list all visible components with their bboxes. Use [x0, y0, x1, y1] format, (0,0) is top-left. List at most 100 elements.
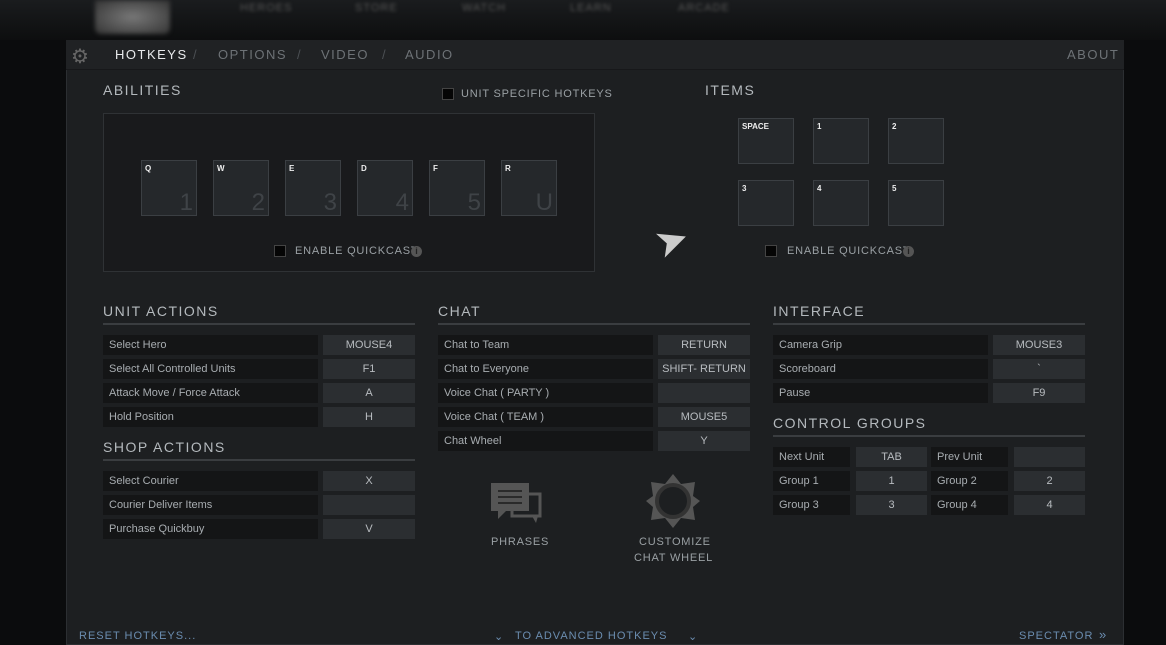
unit-specific-label: UNIT SPECIFIC HOTKEYS: [461, 88, 613, 100]
control-group-label: Next Unit: [773, 447, 850, 467]
hotkey-label: Hold Position: [103, 407, 318, 427]
ability-slot[interactable]: W2: [213, 160, 269, 216]
ability-slot-number: 5: [467, 189, 481, 216]
nav-arcade[interactable]: ARCADE: [678, 2, 730, 14]
customize-label[interactable]: CUSTOMIZE: [639, 536, 711, 548]
hotkey-label: Voice Chat ( PARTY ): [438, 383, 653, 403]
ability-slot[interactable]: F5: [429, 160, 485, 216]
control-group-binding[interactable]: [1014, 447, 1085, 467]
info-icon[interactable]: i: [903, 246, 914, 257]
hotkey-label: Chat to Everyone: [438, 359, 653, 379]
ability-key-label: F: [433, 164, 438, 173]
dota-logo[interactable]: [95, 0, 170, 34]
item-key-label: 2: [892, 122, 897, 131]
item-key-label: 5: [892, 184, 897, 193]
control-group-label: Group 3: [773, 495, 850, 515]
abilities-quickcast-checkbox[interactable]: [274, 245, 286, 257]
ability-slot-number: 2: [251, 189, 265, 216]
tab-audio[interactable]: AUDIO: [405, 47, 454, 62]
shop-actions-heading: SHOP ACTIONS: [103, 439, 226, 455]
hotkey-binding[interactable]: [658, 383, 750, 403]
control-group-label: Group 1: [773, 471, 850, 491]
chat-heading: CHAT: [438, 303, 482, 319]
reset-hotkeys-link[interactable]: RESET HOTKEYS...: [79, 630, 196, 642]
hotkey-label: Select All Controlled Units: [103, 359, 318, 379]
tab-hotkeys[interactable]: HOTKEYS: [115, 47, 188, 62]
control-group-binding[interactable]: 3: [856, 495, 927, 515]
hotkey-binding[interactable]: A: [323, 383, 415, 403]
hotkey-binding[interactable]: V: [323, 519, 415, 539]
ability-slot[interactable]: RU: [501, 160, 557, 216]
chat-wheel-icon[interactable]: [646, 474, 700, 528]
hotkey-label: Chat Wheel: [438, 431, 653, 451]
unit-actions-heading: UNIT ACTIONS: [103, 303, 219, 319]
chat-wheel-label[interactable]: CHAT WHEEL: [634, 552, 713, 564]
hotkey-binding[interactable]: [323, 495, 415, 515]
item-slot[interactable]: 5: [888, 180, 944, 226]
tab-options[interactable]: OPTIONS: [218, 47, 287, 62]
divider: [103, 459, 415, 461]
item-slot[interactable]: 2: [888, 118, 944, 164]
nav-heroes[interactable]: HEROES: [240, 2, 292, 14]
divider: [773, 323, 1085, 325]
hotkey-binding[interactable]: MOUSE3: [993, 335, 1085, 355]
ability-slot[interactable]: Q1: [141, 160, 197, 216]
abilities-heading: ABILITIES: [103, 82, 182, 98]
control-group-binding[interactable]: 4: [1014, 495, 1085, 515]
info-icon[interactable]: i: [411, 246, 422, 257]
items-quickcast-checkbox[interactable]: [765, 245, 777, 257]
hotkey-label: Pause: [773, 383, 988, 403]
item-slot[interactable]: 3: [738, 180, 794, 226]
control-group-binding[interactable]: 2: [1014, 471, 1085, 491]
tab-separator: /: [382, 47, 386, 62]
item-slot[interactable]: 1: [813, 118, 869, 164]
item-slot[interactable]: SPACE: [738, 118, 794, 164]
ability-slot[interactable]: D4: [357, 160, 413, 216]
ability-slot[interactable]: E3: [285, 160, 341, 216]
ability-key-label: W: [217, 164, 225, 173]
tab-separator: /: [193, 47, 197, 62]
hotkey-label: Courier Deliver Items: [103, 495, 318, 515]
ability-key-label: Q: [145, 164, 152, 173]
nav-watch[interactable]: WATCH: [462, 2, 506, 14]
unit-specific-checkbox[interactable]: [442, 88, 454, 100]
double-chevron-right-icon: »: [1099, 627, 1108, 642]
gear-icon[interactable]: ⚙: [71, 44, 89, 69]
hotkey-binding[interactable]: H: [323, 407, 415, 427]
hotkey-binding[interactable]: X: [323, 471, 415, 491]
hotkey-binding[interactable]: MOUSE5: [658, 407, 750, 427]
phrases-button[interactable]: PHRASES: [491, 536, 549, 548]
items-heading: ITEMS: [705, 82, 756, 98]
hotkey-label: Select Hero: [103, 335, 318, 355]
ability-key-label: R: [505, 164, 511, 173]
item-key-label: 1: [817, 122, 822, 131]
hotkey-binding[interactable]: F1: [323, 359, 415, 379]
control-group-label: Prev Unit: [931, 447, 1008, 467]
divider: [438, 323, 750, 325]
item-slot[interactable]: 4: [813, 180, 869, 226]
divider: [773, 435, 1085, 437]
nav-learn[interactable]: LEARN: [570, 2, 612, 14]
hotkey-binding[interactable]: SHIFT- RETURN: [658, 359, 750, 379]
item-key-label: 3: [742, 184, 747, 193]
spectator-link[interactable]: SPECTATOR: [1019, 630, 1093, 642]
hotkey-binding[interactable]: MOUSE4: [323, 335, 415, 355]
about-link[interactable]: ABOUT: [1067, 47, 1119, 62]
ability-slot-number: 1: [179, 189, 193, 216]
control-group-binding[interactable]: 1: [856, 471, 927, 491]
item-key-label: SPACE: [742, 122, 769, 131]
hotkey-binding[interactable]: `: [993, 359, 1085, 379]
hotkey-binding[interactable]: RETURN: [658, 335, 750, 355]
hotkey-label: Camera Grip: [773, 335, 988, 355]
hotkey-binding[interactable]: Y: [658, 431, 750, 451]
hotkey-label: Chat to Team: [438, 335, 653, 355]
hotkey-binding[interactable]: F9: [993, 383, 1085, 403]
control-group-binding[interactable]: TAB: [856, 447, 927, 467]
hotkey-label: Voice Chat ( TEAM ): [438, 407, 653, 427]
advanced-hotkeys-link[interactable]: TO ADVANCED HOTKEYS: [515, 630, 667, 642]
ability-slot-number: 3: [323, 189, 337, 216]
abilities-quickcast-label: ENABLE QUICKCAST: [295, 245, 419, 257]
phrases-icon[interactable]: [490, 482, 544, 526]
nav-store[interactable]: STORE: [355, 2, 398, 14]
tab-video[interactable]: VIDEO: [321, 47, 369, 62]
